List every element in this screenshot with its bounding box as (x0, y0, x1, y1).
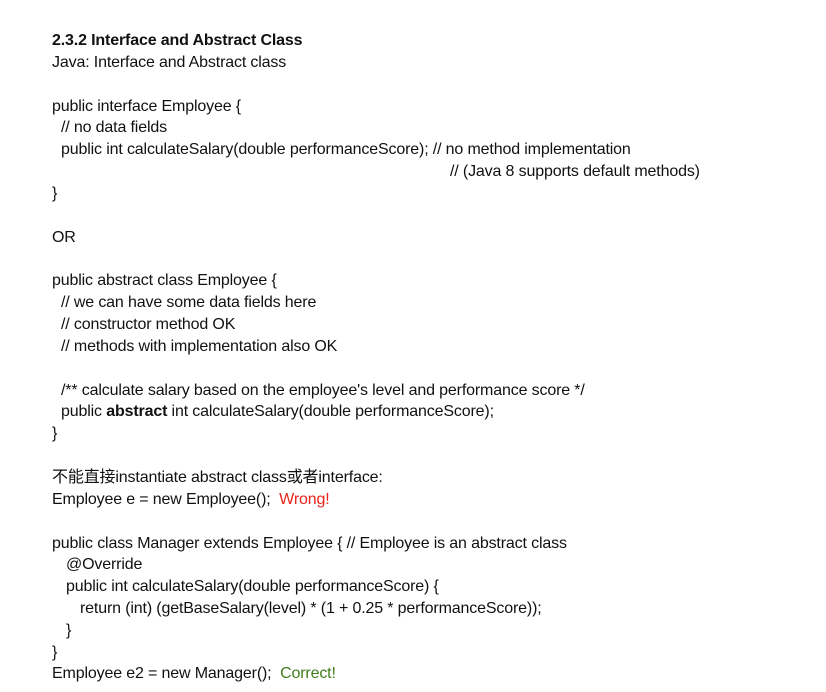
wrong-label: Wrong! (279, 490, 330, 508)
code-line: public class Manager extends Employee { … (52, 534, 567, 552)
abstract-keyword: abstract (106, 403, 168, 421)
correct-label: Correct! (280, 665, 336, 683)
code-line: public abstract int calculateSalary(doub… (52, 401, 812, 423)
code-line: return (int) (getBaseSalary(level) * (1 … (80, 599, 542, 617)
code-line: public abstract class Employee { (52, 272, 277, 290)
code-line: @Override (66, 556, 143, 574)
code-line: } (52, 184, 58, 202)
section-title: 2.3.2 Interface and Abstract Class (52, 32, 303, 49)
document-body: 2.3.2 Interface and Abstract Class Java:… (52, 30, 812, 685)
code-text: Employee e = new Employee(); (52, 490, 280, 508)
code-line: } (66, 621, 72, 639)
section-subtitle: Java: Interface and Abstract class (52, 53, 287, 71)
code-text: public (61, 403, 107, 421)
correct-example: Employee e2 = new Manager(); Correct! (52, 663, 812, 685)
code-line: // constructor method OK (61, 315, 236, 333)
code-line: // (Java 8 supports default methods) (450, 162, 700, 180)
interface-code-block: public interface Employee { // no data f… (52, 96, 812, 205)
manager-code-block: public class Manager extends Employee { … (52, 533, 812, 664)
page: { "doc": { "title": "2.3.2 Interface and… (0, 0, 826, 692)
code-text: int calculateSalary(double performanceSc… (167, 403, 494, 421)
code-line: } (52, 643, 58, 661)
code-line: public int calculateSalary(double perfor… (61, 141, 631, 159)
code-line: // methods with implementation also OK (61, 337, 338, 355)
abstract-class-code-block: public abstract class Employee { // we c… (52, 270, 812, 445)
instantiation-note: 不能直接instantiate abstract class或者interfac… (52, 468, 383, 486)
code-line: /** calculate salary based on the employ… (61, 381, 585, 399)
code-line: // no data fields (61, 119, 167, 137)
code-line: public interface Employee { (52, 97, 241, 115)
or-separator: OR (52, 228, 76, 246)
wrong-example: Employee e = new Employee(); Wrong! (52, 489, 812, 511)
code-line: } (52, 425, 58, 443)
code-line: public int calculateSalary(double perfor… (66, 578, 439, 596)
code-text: Employee e2 = new Manager(); (52, 665, 281, 683)
code-line: // we can have some data fields here (61, 294, 317, 312)
